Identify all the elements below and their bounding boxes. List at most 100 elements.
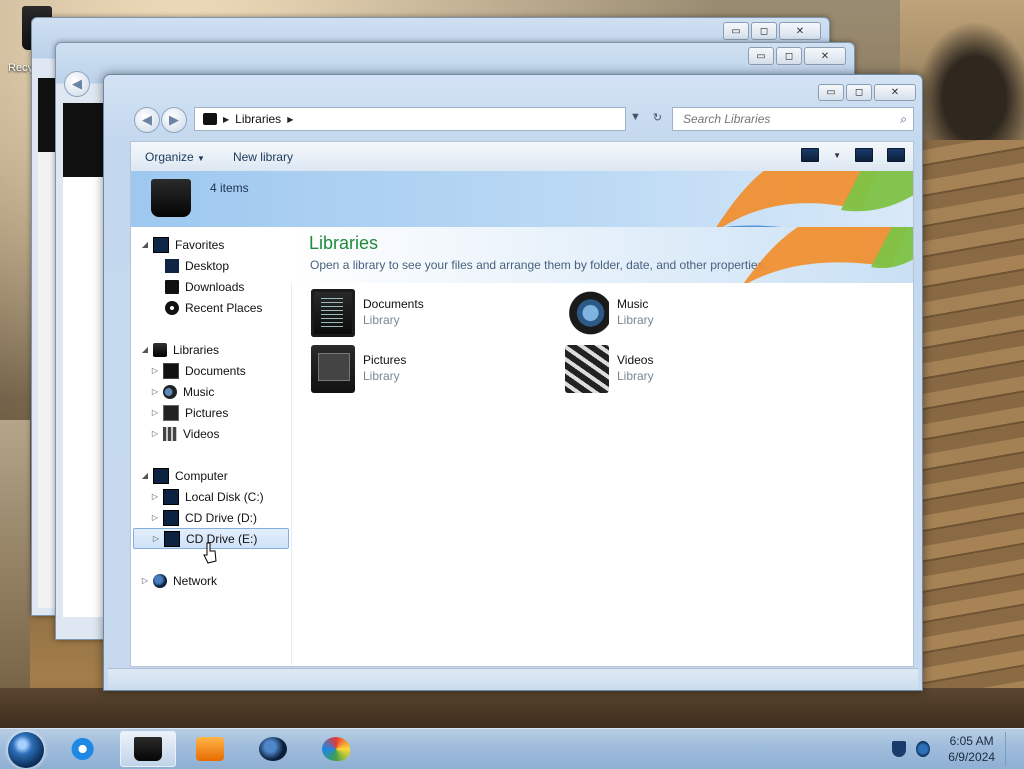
back-button[interactable]: ◀	[134, 107, 160, 133]
maximize-button[interactable]: ◻	[846, 84, 872, 101]
cd-drive-icon	[164, 530, 180, 547]
explorer-window[interactable]: ▭ ◻ ✕ ◀ ▶ ▶ Libraries ▶ ▼ ↻ ⌕ Organize ▼…	[103, 74, 923, 691]
address-dropdown-icon[interactable]: ▼	[630, 111, 641, 124]
back-button[interactable]: ◀	[64, 71, 90, 97]
taskbar-globe-app[interactable]	[245, 731, 301, 767]
explorer-icon	[134, 737, 162, 761]
expand-icon[interactable]: ▷	[139, 576, 151, 585]
command-bar: Organize ▼ New library ▼	[130, 141, 914, 171]
maximize-button[interactable]: ◻	[751, 22, 777, 40]
close-button[interactable]: ✕	[874, 84, 916, 101]
nav-desktop-label: Desktop	[185, 258, 230, 273]
taskbar-windows-explorer[interactable]	[120, 731, 176, 767]
nav-computer[interactable]: ◢ Computer	[139, 465, 228, 486]
address-bar[interactable]: ▶ Libraries ▶	[194, 107, 626, 131]
search-box[interactable]: ⌕	[672, 107, 914, 131]
taskbar-media-player[interactable]	[182, 731, 238, 767]
close-button[interactable]: ✕	[779, 22, 821, 40]
view-options-chevron-icon[interactable]: ▼	[833, 151, 841, 160]
music-icon	[163, 384, 177, 399]
nav-pictures-label: Pictures	[185, 405, 229, 420]
page-description: Open a library to see your files and arr…	[310, 258, 767, 272]
pictures-icon	[163, 404, 179, 421]
minimize-button[interactable]: ▭	[818, 84, 844, 101]
nav-downloads-label: Downloads	[185, 279, 245, 294]
libraries-large-icon	[151, 179, 191, 217]
expand-icon[interactable]: ▷	[149, 429, 161, 438]
maximize-button[interactable]: ◻	[776, 47, 802, 65]
clock[interactable]: 6:05 AM 6/9/2024	[948, 733, 995, 765]
organize-button[interactable]: Organize ▼	[131, 150, 219, 164]
collapse-icon[interactable]: ◢	[139, 240, 151, 249]
library-videos[interactable]: Videos Library	[565, 345, 805, 397]
nav-network[interactable]: ▷ Network	[139, 570, 217, 591]
nav-pictures[interactable]: ▷ Pictures	[149, 402, 228, 423]
hard-disk-icon	[163, 488, 179, 505]
minimize-button[interactable]: ▭	[723, 22, 749, 40]
background-window-1-content	[38, 152, 56, 608]
file-list-pane: Libraries Open a library to see your fil…	[291, 227, 913, 665]
documents-icon	[163, 362, 179, 379]
desktop-background-left	[0, 420, 30, 730]
action-center-icon[interactable]	[892, 741, 907, 757]
expand-icon[interactable]: ▷	[149, 366, 161, 375]
search-input[interactable]	[681, 111, 885, 127]
nav-downloads[interactable]: Downloads	[151, 276, 244, 297]
breadcrumb-separator[interactable]: ▶	[223, 115, 229, 124]
minimize-button[interactable]: ▭	[748, 47, 774, 65]
library-name: Documents	[363, 297, 424, 311]
clock-date: 6/9/2024	[948, 750, 995, 764]
nav-local-disk-c[interactable]: ▷ Local Disk (C:)	[149, 486, 264, 507]
expand-icon[interactable]: ▷	[150, 534, 162, 543]
help-icon[interactable]	[887, 148, 905, 162]
network-status-icon[interactable]	[916, 741, 931, 757]
library-music[interactable]: Music Library	[565, 289, 805, 341]
details-header-band: 4 items	[130, 171, 914, 227]
nav-libraries[interactable]: ◢ Libraries	[139, 339, 219, 360]
nav-recent-places-label: Recent Places	[185, 300, 263, 315]
libraries-icon	[153, 342, 167, 357]
mouse-pointer-icon	[203, 542, 217, 564]
clock-time: 6:05 AM	[949, 734, 994, 748]
library-documents[interactable]: Documents Library	[311, 289, 551, 341]
start-button[interactable]	[8, 732, 44, 768]
show-desktop-button[interactable]	[1005, 732, 1016, 766]
close-button[interactable]: ✕	[804, 47, 846, 65]
nav-desktop[interactable]: Desktop	[151, 255, 229, 276]
desktop-icon	[165, 258, 179, 273]
library-pictures[interactable]: Pictures Library	[311, 345, 551, 397]
computer-icon	[153, 467, 169, 484]
videos-icon	[163, 426, 177, 441]
expand-icon[interactable]: ▷	[149, 387, 161, 396]
collapse-icon[interactable]: ◢	[139, 471, 151, 480]
nav-music[interactable]: ▷ Music	[149, 381, 214, 402]
network-icon	[153, 573, 167, 588]
forward-button[interactable]: ▶	[161, 107, 187, 133]
nav-documents[interactable]: ▷ Documents	[149, 360, 246, 381]
page-title: Libraries	[309, 233, 379, 253]
expand-icon[interactable]: ▷	[149, 492, 161, 501]
change-view-icon[interactable]	[801, 148, 820, 162]
taskbar-internet-explorer[interactable]	[56, 731, 112, 767]
nav-favorites-label: Favorites	[175, 237, 225, 252]
nav-videos[interactable]: ▷ Videos	[149, 423, 219, 444]
expand-icon[interactable]: ▷	[149, 408, 161, 417]
taskbar-paint[interactable]	[308, 731, 364, 767]
refresh-icon[interactable]: ↻	[653, 111, 662, 124]
expand-icon[interactable]: ▷	[149, 513, 161, 522]
breadcrumb-separator[interactable]: ▶	[287, 115, 293, 124]
new-library-button[interactable]: New library	[219, 150, 307, 164]
preview-pane-icon[interactable]	[855, 148, 873, 162]
nav-favorites[interactable]: ◢ Favorites	[139, 234, 224, 255]
nav-local-disk-c-label: Local Disk (C:)	[185, 489, 264, 504]
nav-cd-drive-d[interactable]: ▷ CD Drive (D:)	[149, 507, 257, 528]
item-count: 4 items	[210, 181, 249, 195]
nav-recent-places[interactable]: Recent Places	[151, 297, 262, 318]
breadcrumb-libraries[interactable]: Libraries	[235, 112, 281, 126]
background-window-2-pane	[63, 103, 105, 177]
library-type: Library	[363, 369, 400, 383]
search-icon[interactable]: ⌕	[900, 112, 907, 127]
organize-label: Organize	[145, 149, 194, 164]
library-name: Videos	[617, 353, 654, 367]
collapse-icon[interactable]: ◢	[139, 345, 151, 354]
